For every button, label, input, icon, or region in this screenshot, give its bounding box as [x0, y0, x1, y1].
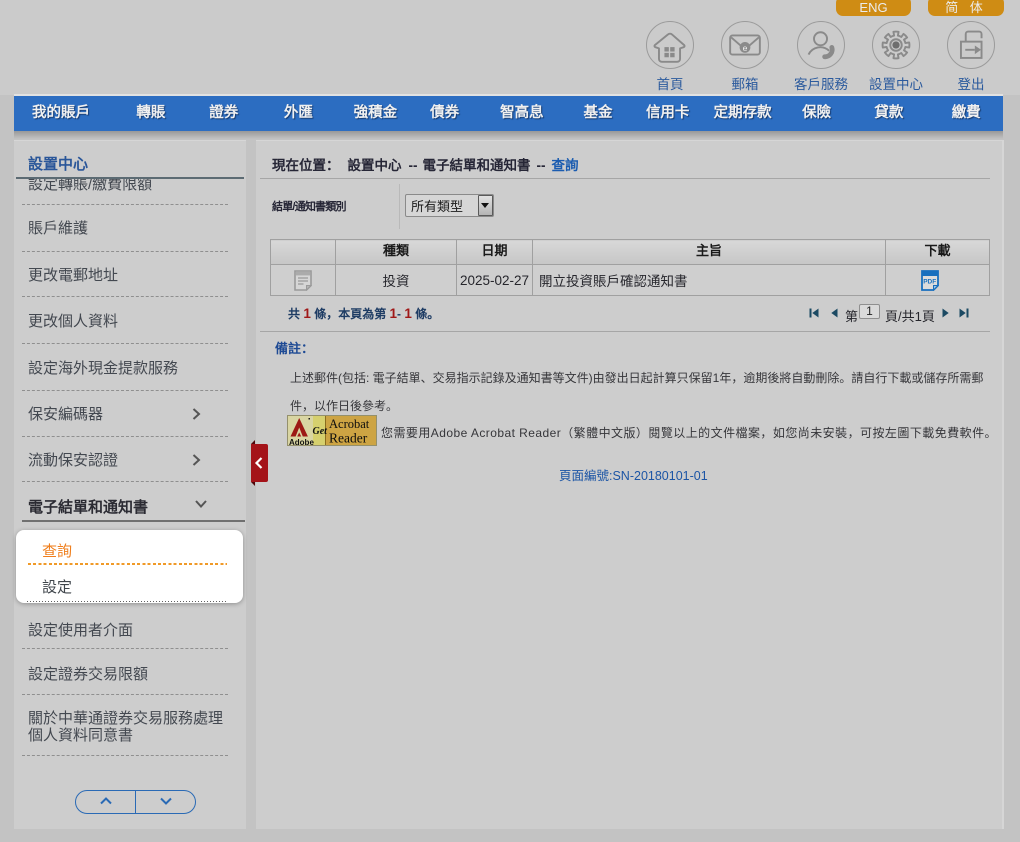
svg-text:Adobe: Adobe	[289, 438, 314, 446]
svg-text:Acrobat: Acrobat	[329, 417, 370, 431]
svg-text:Reader: Reader	[329, 431, 368, 446]
svg-text:e: e	[743, 43, 748, 53]
svg-text:PDF: PDF	[923, 278, 936, 285]
svg-text:Get: Get	[313, 426, 329, 437]
